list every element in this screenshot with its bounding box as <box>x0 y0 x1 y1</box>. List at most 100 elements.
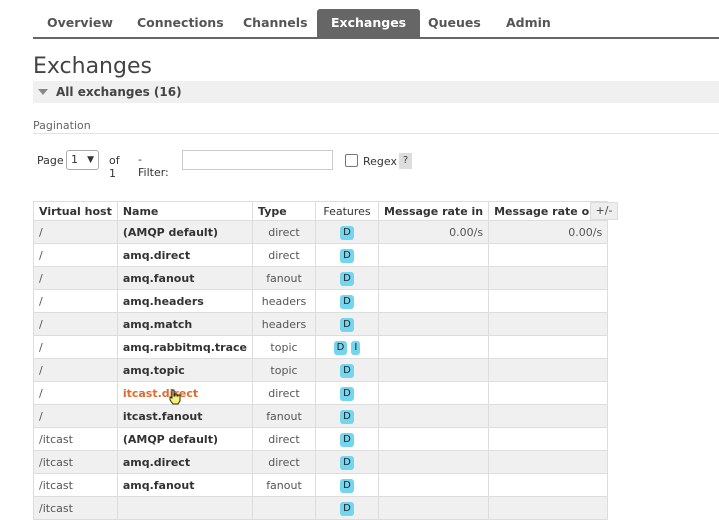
cell-virtual-host: /itcast <box>33 473 118 497</box>
exchange-name-link[interactable] <box>116 496 254 520</box>
tab-overview[interactable]: Overview <box>33 9 127 37</box>
exchange-name-link[interactable]: amq.fanout <box>116 473 254 497</box>
chevron-down-icon: ▼ <box>87 155 94 165</box>
cell-features: D <box>315 358 379 382</box>
column-header-type[interactable]: Type <box>252 201 316 221</box>
tab-queues[interactable]: Queues <box>414 9 495 37</box>
cell-type: headers <box>252 289 316 313</box>
cell-rate-out <box>488 496 609 520</box>
column-header-name[interactable]: Name <box>116 201 254 221</box>
page-select[interactable]: 1 ▼ <box>66 150 99 170</box>
cell-type: direct <box>252 450 316 474</box>
feature-badge: D <box>340 432 354 447</box>
cell-rate-in <box>377 243 490 267</box>
exchange-name-link[interactable]: (AMQP default) <box>116 427 254 451</box>
cell-rate-out <box>488 381 609 405</box>
column-header-features: Features <box>315 201 379 221</box>
table-header-row: Virtual host Name Type Features Message … <box>33 201 609 221</box>
tab-connections[interactable]: Connections <box>123 9 238 37</box>
cell-virtual-host: / <box>33 289 118 313</box>
tab-exchanges[interactable]: Exchanges <box>317 9 421 37</box>
cell-type: fanout <box>252 473 316 497</box>
exchange-name-link[interactable]: amq.direct <box>116 450 254 474</box>
cell-rate-out: 0.00/s <box>488 220 609 244</box>
cell-virtual-host: / <box>33 266 118 290</box>
cell-rate-out <box>488 312 609 336</box>
tab-admin[interactable]: Admin <box>492 9 565 37</box>
nav-tabs: Overview Connections Channels Exchanges … <box>33 9 719 39</box>
exchange-name-link[interactable]: amq.fanout <box>116 266 254 290</box>
table-row: / itcast.fanout fanout D <box>33 404 609 428</box>
exchange-name-link[interactable]: amq.topic <box>116 358 254 382</box>
cell-rate-in <box>377 358 490 382</box>
filter-label: - Filter: <box>138 153 169 179</box>
cell-rate-out <box>488 266 609 290</box>
exchange-name-link[interactable]: amq.rabbitmq.trace <box>116 335 254 359</box>
table-row: / amq.match headers D <box>33 312 609 336</box>
cell-type: direct <box>252 243 316 267</box>
feature-badge: D <box>340 409 354 424</box>
exchanges-table: Virtual host Name Type Features Message … <box>33 201 609 520</box>
cell-virtual-host: / <box>33 335 118 359</box>
feature-badge: D <box>340 478 354 493</box>
feature-badge: D <box>333 340 348 355</box>
feature-badge: D <box>340 386 354 401</box>
cell-features: D <box>315 266 379 290</box>
feature-badge: D <box>340 317 354 332</box>
cell-features: D <box>315 289 379 313</box>
cell-rate-out <box>488 473 609 497</box>
table-row: /itcast amq.direct direct D <box>33 450 609 474</box>
exchange-name-link[interactable]: amq.headers <box>116 289 254 313</box>
tab-channels[interactable]: Channels <box>229 9 322 37</box>
feature-badge: D <box>340 501 354 516</box>
feature-badge: D <box>340 363 354 378</box>
cell-rate-out <box>488 450 609 474</box>
divider <box>33 133 719 134</box>
exchange-name-link[interactable]: (AMQP default) <box>116 220 254 244</box>
cell-features: D <box>315 381 379 405</box>
cell-rate-out <box>488 358 609 382</box>
filter-input[interactable] <box>182 150 333 170</box>
cell-rate-in <box>377 473 490 497</box>
cell-rate-in <box>377 289 490 313</box>
feature-badge: D <box>340 248 354 263</box>
columns-toggle-button[interactable]: +/- <box>590 202 618 220</box>
regex-label: Regex <box>363 155 397 168</box>
hand-cursor-icon <box>169 389 181 405</box>
feature-badge: I <box>351 340 361 355</box>
page-select-value: 1 <box>71 153 78 166</box>
regex-checkbox[interactable] <box>345 154 358 167</box>
exchange-name-link[interactable]: itcast.direct <box>116 381 254 405</box>
exchange-name-link[interactable]: itcast.fanout <box>116 404 254 428</box>
feature-badge: D <box>340 455 354 470</box>
cell-rate-in <box>377 450 490 474</box>
table-row: / amq.headers headers D <box>33 289 609 313</box>
column-header-rate-in[interactable]: Message rate in <box>377 201 490 221</box>
cell-type: topic <box>252 335 316 359</box>
cell-type: direct <box>252 220 316 244</box>
cell-features: D <box>315 427 379 451</box>
section-toggle-all-exchanges[interactable]: All exchanges (16) <box>33 81 719 103</box>
collapse-triangle-icon <box>38 89 48 95</box>
pagination-label: Pagination <box>33 119 91 132</box>
feature-badge: D <box>340 225 354 240</box>
cell-virtual-host: / <box>33 404 118 428</box>
cell-rate-out <box>488 335 609 359</box>
exchange-name-link[interactable]: amq.direct <box>116 243 254 267</box>
cell-type: headers <box>252 312 316 336</box>
cell-virtual-host: /itcast <box>33 450 118 474</box>
cell-rate-out <box>488 404 609 428</box>
table-row: /itcast D <box>33 496 609 520</box>
feature-badge: D <box>340 294 354 309</box>
help-button[interactable]: ? <box>399 153 412 169</box>
column-header-virtual-host[interactable]: Virtual host <box>33 201 118 221</box>
exchange-name-link[interactable]: amq.match <box>116 312 254 336</box>
cell-rate-out <box>488 289 609 313</box>
cell-rate-in <box>377 427 490 451</box>
table-row: / amq.topic topic D <box>33 358 609 382</box>
cell-type: direct <box>252 381 316 405</box>
cell-virtual-host: / <box>33 243 118 267</box>
cell-type: fanout <box>252 404 316 428</box>
cell-type: direct <box>252 427 316 451</box>
cell-type: fanout <box>252 266 316 290</box>
